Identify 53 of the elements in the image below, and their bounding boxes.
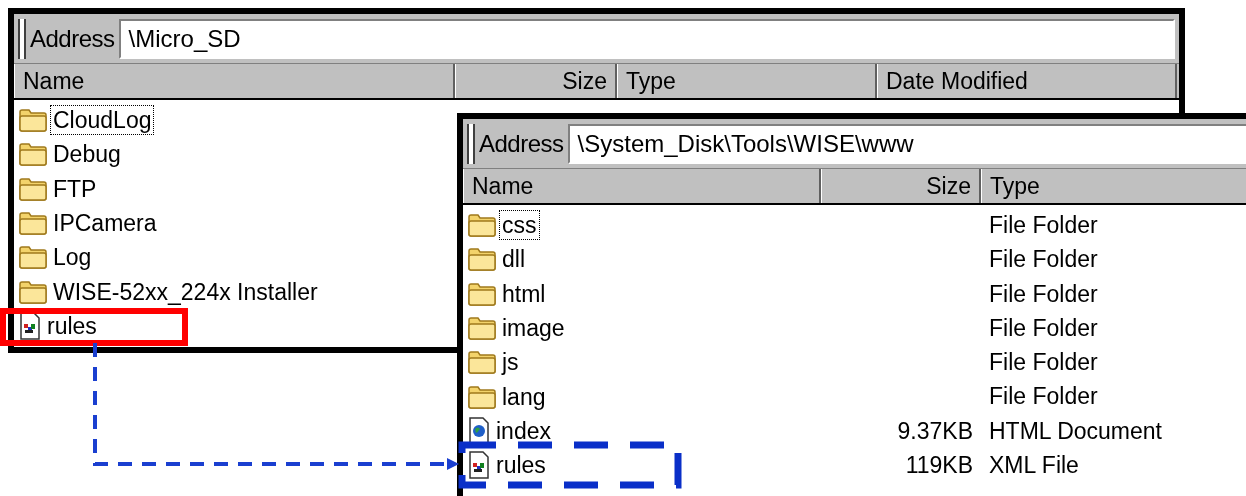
file-type: HTML Document — [989, 417, 1162, 444]
file-name[interactable]: js — [499, 347, 522, 378]
column-header[interactable]: Date Modified — [877, 64, 1177, 98]
column-header[interactable]: Type — [617, 64, 877, 98]
file-type: File Folder — [989, 314, 1098, 341]
file-name[interactable]: image — [499, 313, 568, 344]
folder-icon — [18, 107, 48, 134]
file-size: 119KB — [905, 451, 973, 480]
file-type: File Folder — [989, 349, 1098, 376]
file-name[interactable]: IPCamera — [50, 208, 160, 239]
file-type: File Folder — [989, 280, 1098, 307]
file-name[interactable]: Log — [50, 242, 95, 273]
file-name[interactable]: WISE-52xx_224x Installer — [50, 276, 321, 307]
grip-handle[interactable] — [18, 18, 26, 59]
file-name[interactable]: FTP — [50, 173, 100, 204]
address-field[interactable]: \System_Disk\Tools\WISE\www — [567, 123, 1246, 164]
folder-icon — [18, 278, 48, 305]
folder-icon — [467, 383, 497, 410]
column-header[interactable]: Name — [463, 169, 821, 203]
file-type: File Folder — [989, 211, 1098, 238]
column-header[interactable]: Size — [821, 169, 981, 203]
grip-handle[interactable] — [467, 123, 475, 164]
file-name[interactable]: html — [499, 278, 549, 309]
file-type: File Folder — [989, 246, 1098, 273]
file-name[interactable]: rules — [44, 310, 100, 341]
file-type: File Folder — [989, 383, 1098, 410]
address-label: Address — [479, 128, 564, 159]
file-name[interactable]: rules — [493, 450, 549, 481]
document-icon — [467, 451, 491, 480]
folder-icon — [467, 349, 497, 376]
file-name[interactable]: Debug — [50, 139, 124, 170]
column-header[interactable]: Size — [455, 64, 617, 98]
folder-icon — [18, 175, 48, 202]
file-type: XML File — [989, 452, 1079, 478]
folder-icon — [18, 244, 48, 271]
document-icon — [18, 311, 42, 340]
web-page-icon — [467, 416, 491, 445]
folder-icon — [467, 315, 497, 342]
file-name[interactable]: css — [499, 210, 540, 241]
folder-icon — [18, 141, 48, 168]
file-name[interactable]: index — [493, 415, 554, 446]
column-header[interactable]: Name — [14, 64, 455, 98]
folder-icon — [467, 280, 497, 307]
folder-icon — [467, 212, 497, 239]
file-name[interactable]: lang — [499, 381, 549, 412]
file-name[interactable]: dll — [499, 244, 528, 275]
address-field[interactable]: \Micro_SD — [118, 18, 1175, 59]
file-size: 9.37KB — [897, 416, 973, 446]
file-name[interactable]: CloudLog — [50, 105, 155, 136]
folder-icon — [467, 246, 497, 273]
column-header[interactable]: Type — [981, 169, 1246, 203]
folder-icon — [18, 210, 48, 237]
address-label: Address — [30, 23, 115, 54]
